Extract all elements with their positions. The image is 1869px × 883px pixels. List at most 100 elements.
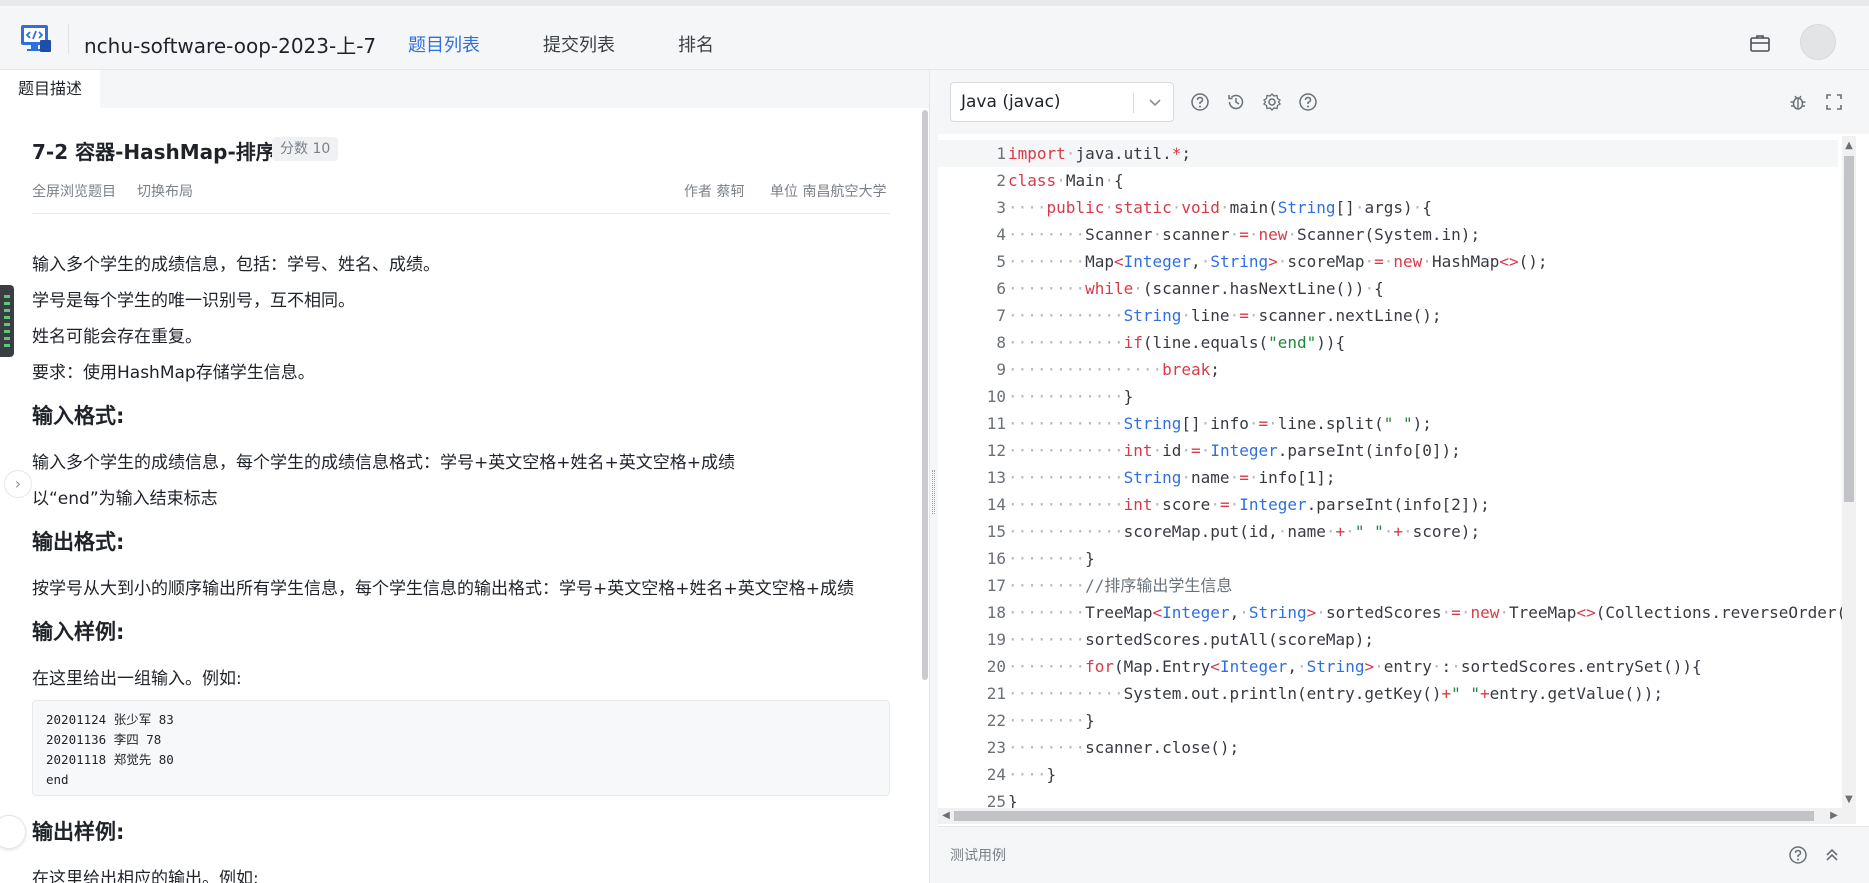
editor-panel: Java (javac) 1 import·java.util.*; 2 cla…	[938, 70, 1869, 883]
code-editor[interactable]: 1 import·java.util.*; 2 class·Main·{ 3 ·…	[938, 136, 1869, 808]
editor-toolbar: Java (javac)	[938, 70, 1869, 134]
tab-rank[interactable]: 排名	[678, 31, 714, 57]
switch-layout-link[interactable]: 切换布局	[137, 181, 193, 201]
problem-tabbar: 题目描述	[0, 70, 929, 108]
code-line[interactable]: 3 ····public·static·void·main(String[]·a…	[938, 194, 1838, 221]
fullscreen-expand-icon[interactable]	[1824, 92, 1844, 112]
code-line[interactable]: 18 ········TreeMap<Integer,·String>·sort…	[938, 599, 1856, 626]
code-line[interactable]: 8 ············if(line.equals("end")){	[938, 329, 1838, 356]
avatar[interactable]	[1800, 24, 1836, 60]
line-number: 9	[996, 360, 1006, 379]
settings-gear-icon[interactable]	[1262, 92, 1282, 112]
code-line-text: }	[1008, 792, 1018, 808]
code-line-text: ············System.out.println(entry.get…	[1008, 684, 1664, 703]
input-format-heading: 输入格式:	[32, 404, 125, 428]
testcase-bar[interactable]: 测试用例	[938, 826, 1869, 883]
tab-submission-list[interactable]: 提交列表	[543, 31, 615, 57]
code-line[interactable]: 4 ········Scanner·scanner·=·new·Scanner(…	[938, 221, 1838, 248]
scroll-up-arrow-icon[interactable]: ▲	[1843, 140, 1855, 152]
code-line[interactable]: 2 class·Main·{	[938, 167, 1838, 194]
line-number: 8	[996, 333, 1006, 352]
scroll-left-arrow-icon[interactable]: ◀	[940, 810, 952, 822]
code-line-text: ········Map<Integer,·String>·scoreMap·=·…	[1008, 252, 1548, 271]
code-line-text: ········for(Map.Entry<Integer,·String>·e…	[1008, 657, 1702, 676]
code-line[interactable]: 20 ········for(Map.Entry<Integer,·String…	[938, 653, 1838, 680]
code-line[interactable]: 24 ····}	[938, 761, 1838, 788]
description-line: 姓名可能会存在重复。	[32, 327, 202, 347]
code-line-text: ········scanner.close();	[1008, 738, 1240, 757]
chevron-right-icon[interactable]: ›	[4, 470, 32, 498]
code-line-text: ············int·id·=·Integer.parseInt(in…	[1008, 441, 1461, 460]
line-number: 1	[996, 144, 1006, 163]
code-line[interactable]: 9 ················break;	[938, 356, 1838, 383]
code-line-text: ················break;	[1008, 360, 1220, 379]
code-line[interactable]: 10 ············}	[938, 383, 1838, 410]
code-line[interactable]: 25 }	[938, 788, 1838, 808]
line-number: 15	[986, 522, 1006, 541]
language-value: Java (javac)	[961, 92, 1061, 112]
course-title[interactable]: nchu-software-oop-2023-上-7	[84, 30, 376, 59]
chevron-double-up-icon[interactable]	[1822, 845, 1842, 865]
fullscreen-view-link[interactable]: 全屏浏览题目	[32, 181, 116, 201]
language-select[interactable]: Java (javac)	[950, 82, 1174, 122]
line-number: 14	[986, 495, 1006, 514]
code-line[interactable]: 22 ········}	[938, 707, 1838, 734]
line-number: 11	[986, 414, 1006, 433]
editor-horizontal-scroll-thumb[interactable]	[954, 811, 1814, 821]
code-line[interactable]: 21 ············System.out.println(entry.…	[938, 680, 1838, 707]
help-circle-icon[interactable]	[1788, 845, 1808, 865]
sample-output-heading: 输出样例:	[32, 820, 125, 844]
editor-vertical-scroll-thumb[interactable]	[1844, 156, 1854, 502]
code-line[interactable]: 11 ············String[]·info·=·line.spli…	[938, 410, 1838, 437]
line-number: 19	[986, 630, 1006, 649]
code-line-text: ········while·(scanner.hasNextLine())·{	[1008, 279, 1384, 298]
code-line[interactable]: 7 ············String·line·=·scanner.next…	[938, 302, 1838, 329]
code-line-text: ········//排序输出学生信息	[1008, 576, 1233, 595]
code-line[interactable]: 23 ········scanner.close();	[938, 734, 1838, 761]
nav-separator	[68, 24, 69, 54]
line-number: 25	[986, 792, 1006, 808]
code-line[interactable]: 15 ············scoreMap.put(id,·name·+·"…	[938, 518, 1838, 545]
code-line[interactable]: 6 ········while·(scanner.hasNextLine())·…	[938, 275, 1838, 302]
input-format-line: 输入多个学生的成绩信息，每个学生的成绩信息格式：学号+英文空格+姓名+英文空格+…	[32, 453, 735, 473]
briefcase-icon[interactable]	[1749, 33, 1771, 53]
code-line[interactable]: 5 ········Map<Integer,·String>·scoreMap·…	[938, 248, 1838, 275]
scroll-right-arrow-icon[interactable]: ▶	[1828, 810, 1840, 822]
help-circle-icon[interactable]	[1190, 92, 1210, 112]
sample-input-intro: 在这里给出一组输入。例如:	[32, 669, 242, 689]
line-number: 4	[996, 225, 1006, 244]
code-line-text: ········}	[1008, 549, 1095, 568]
line-number: 23	[986, 738, 1006, 757]
meta-divider	[32, 213, 890, 214]
monitor-code-logo-icon[interactable]	[18, 20, 54, 56]
code-line-text: ········Scanner·scanner·=·new·Scanner(Sy…	[1008, 225, 1481, 244]
drag-grip-icon[interactable]	[932, 470, 935, 514]
history-icon[interactable]	[1226, 92, 1246, 112]
score-badge: 分数 10	[272, 137, 339, 161]
code-line[interactable]: 1 import·java.util.*;	[938, 140, 1838, 167]
code-line[interactable]: 12 ············int·id·=·Integer.parseInt…	[938, 437, 1838, 464]
scroll-down-arrow-icon[interactable]: ▼	[1843, 794, 1855, 806]
code-line[interactable]: 13 ············String·name·=·info[1];	[938, 464, 1838, 491]
sample-input-line: 20201136 李四 78	[46, 732, 162, 747]
problem-scrollbar[interactable]	[922, 110, 928, 680]
tab-problem-description[interactable]: 题目描述	[0, 70, 101, 108]
line-number: 12	[986, 441, 1006, 460]
bug-debug-icon[interactable]	[1788, 92, 1808, 112]
code-line-text: ············}	[1008, 387, 1134, 406]
code-line[interactable]: 16 ········}	[938, 545, 1838, 572]
tab-problem-list[interactable]: 题目列表	[408, 31, 480, 57]
line-number: 18	[986, 603, 1006, 622]
panel-toggle-button[interactable]	[0, 815, 26, 849]
line-number: 2	[996, 171, 1006, 190]
code-line[interactable]: 19 ········sortedScores.putAll(scoreMap)…	[938, 626, 1838, 653]
code-line[interactable]: 14 ············int·score·=·Integer.parse…	[938, 491, 1838, 518]
testcase-label[interactable]: 测试用例	[950, 845, 1006, 865]
side-widget-handle[interactable]	[0, 285, 14, 357]
panel-splitter[interactable]	[930, 70, 938, 883]
code-line[interactable]: 17 ········//排序输出学生信息	[938, 572, 1838, 599]
description-line: 输入多个学生的成绩信息，包括：学号、姓名、成绩。	[32, 255, 440, 275]
question-icon[interactable]	[1298, 92, 1318, 112]
sample-input-line: 20201118 郑觉先 80	[46, 752, 174, 767]
output-format-line: 按学号从大到小的顺序输出所有学生信息，每个学生信息的输出格式：学号+英文空格+姓…	[32, 579, 854, 599]
